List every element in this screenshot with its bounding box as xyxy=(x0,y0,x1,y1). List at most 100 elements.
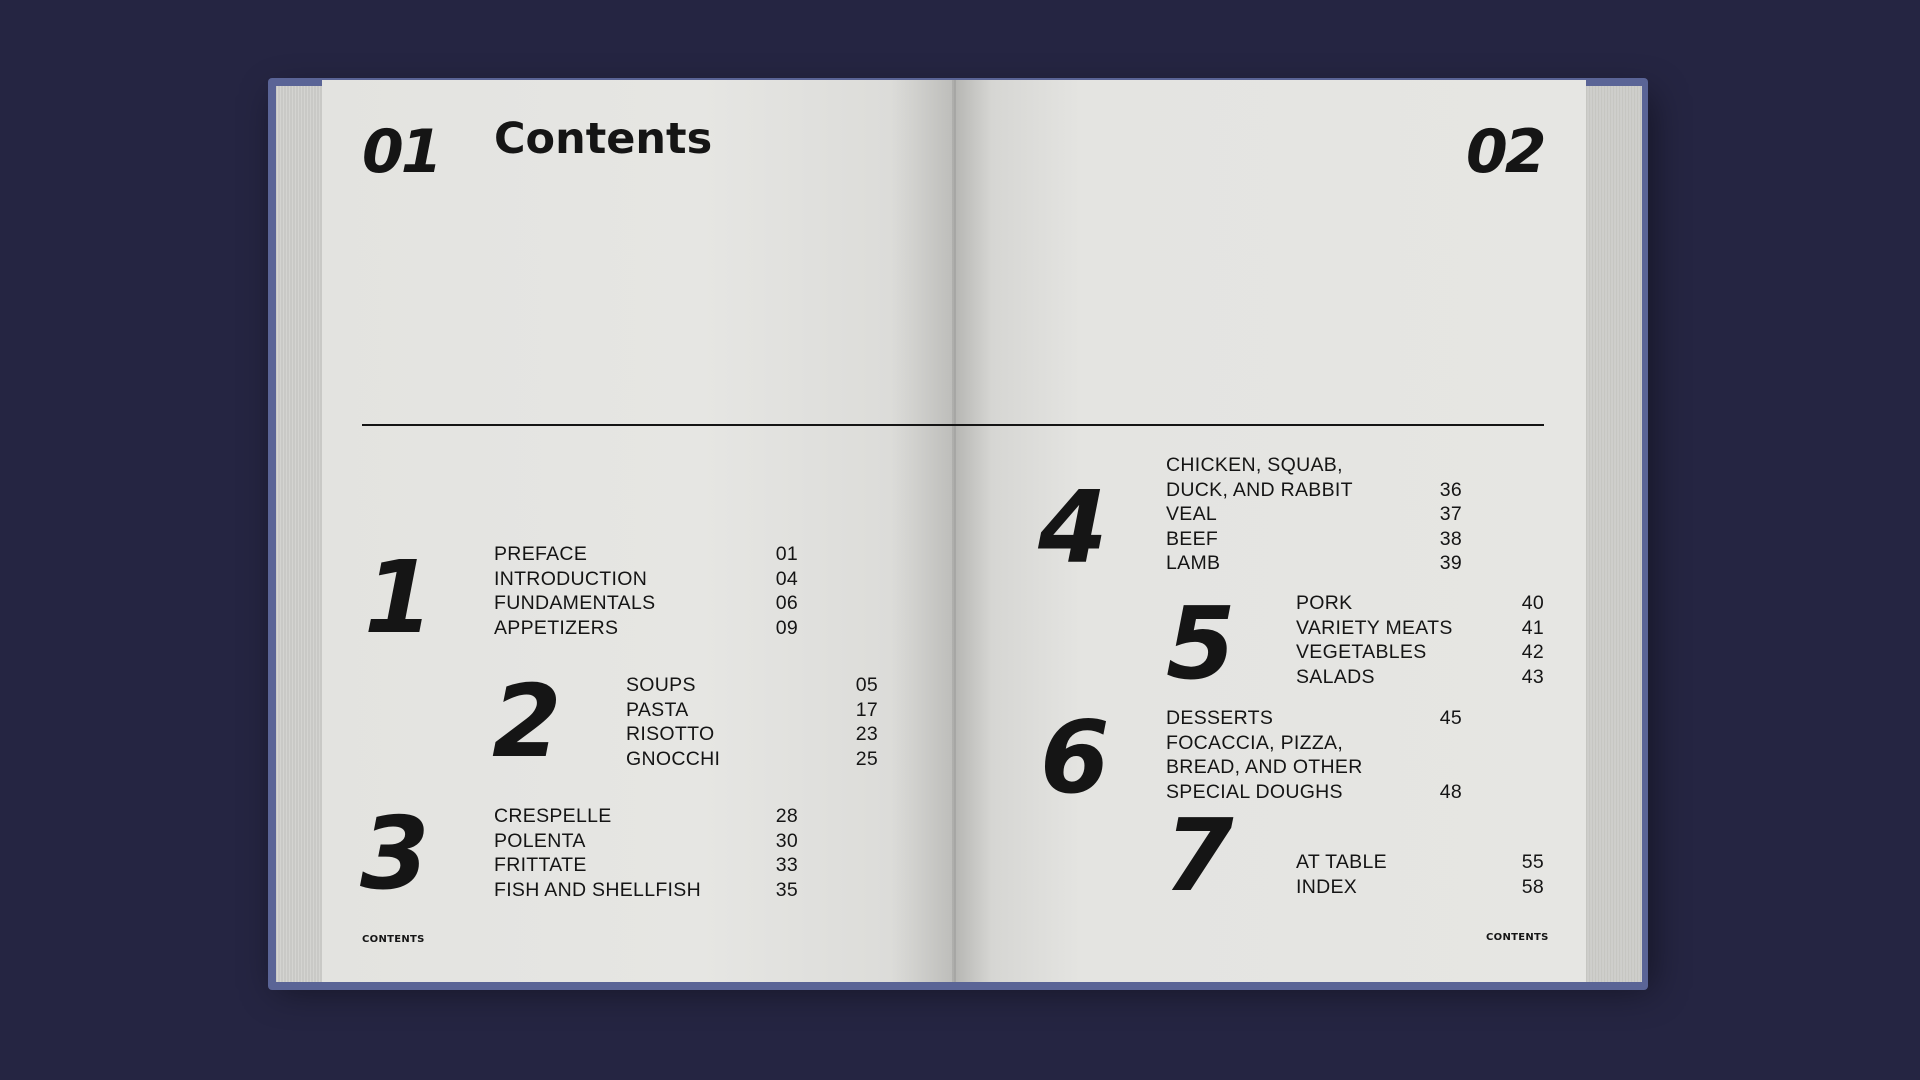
section-number: 2 xyxy=(492,663,562,780)
right-page-number: 02 xyxy=(1466,117,1546,187)
entry-label: VEGETABLES xyxy=(1296,641,1427,663)
entry-page: 41 xyxy=(1521,616,1544,639)
toc-entry[interactable]: SALADS 43 xyxy=(1296,665,1544,690)
toc-entry[interactable]: FISH AND SHELLFISH 35 xyxy=(494,878,798,903)
entry-page: 43 xyxy=(1521,665,1544,688)
entry-label: BREAD, AND OTHER xyxy=(1166,756,1363,778)
toc-entry[interactable]: INTRODUCTION 04 xyxy=(494,567,798,592)
book-spine xyxy=(952,80,956,982)
entry-label: INDEX xyxy=(1296,875,1358,898)
left-page-number: 01 xyxy=(362,117,442,187)
toc-entry[interactable]: FRITTATE 33 xyxy=(494,853,798,878)
entry-label: SOUPS xyxy=(626,674,696,696)
entry-page: 45 xyxy=(1439,707,1462,729)
entry-page: 37 xyxy=(1439,503,1462,525)
entry-page: 17 xyxy=(855,698,878,721)
entry-page: 23 xyxy=(855,723,878,745)
entry-label: FOCACCIA, PIZZA, xyxy=(1166,731,1344,754)
entry-label: PREFACE xyxy=(494,543,588,565)
toc-entry[interactable]: FOCACCIA, PIZZA, xyxy=(1166,731,1462,756)
section-number: 3 xyxy=(360,795,430,912)
entry-page: 09 xyxy=(775,616,798,639)
entry-label: GNOCCHI xyxy=(626,747,721,770)
toc-entry[interactable]: RISOTTO 23 xyxy=(626,722,878,747)
entry-label: FRITTATE xyxy=(494,854,587,876)
section-number: 7 xyxy=(1164,797,1234,914)
page-edges-right xyxy=(1582,86,1642,982)
entry-label: POLENTA xyxy=(494,829,586,852)
entry-page: 04 xyxy=(775,567,798,590)
entry-page: 38 xyxy=(1439,527,1462,550)
entry-label: DUCK, AND RABBIT xyxy=(1166,478,1353,501)
toc-entry[interactable]: FUNDAMENTALS 06 xyxy=(494,591,798,616)
toc-entry[interactable]: PASTA 17 xyxy=(626,698,878,723)
entry-label: CRESPELLE xyxy=(494,805,612,827)
entry-label: BEEF xyxy=(1166,527,1219,550)
toc-entry[interactable]: GNOCCHI 25 xyxy=(626,747,878,772)
entry-label: LAMB xyxy=(1166,552,1221,574)
toc-entry[interactable]: INDEX 58 xyxy=(1296,875,1544,900)
entry-label: INTRODUCTION xyxy=(494,567,648,590)
entry-page: 39 xyxy=(1439,552,1462,574)
entry-label: PASTA xyxy=(626,698,689,721)
toc-entry[interactable]: CHICKEN, SQUAB, xyxy=(1166,453,1462,478)
toc-entry[interactable]: PORK 40 xyxy=(1296,591,1544,616)
section-number: 6 xyxy=(1040,699,1110,816)
entry-page: 28 xyxy=(775,805,798,827)
entry-label: FISH AND SHELLFISH xyxy=(494,878,701,901)
left-page-footer: CONTENTS xyxy=(362,934,425,945)
toc-entry[interactable]: LAMB 39 xyxy=(1166,551,1462,576)
section-entries: PREFACE 01 INTRODUCTION 04 FUNDAMENTALS 06 … xyxy=(494,542,798,640)
page-title: Contents xyxy=(494,114,713,164)
entry-label: VEAL xyxy=(1166,503,1218,525)
toc-entry[interactable]: DUCK, AND RABBIT 36 xyxy=(1166,478,1462,503)
entry-label: DESSERTS xyxy=(1166,707,1274,729)
section-entries: DESSERTS 45 FOCACCIA, PIZZA, BREAD, AND O… xyxy=(1166,706,1462,804)
right-page-footer: CONTENTS xyxy=(1486,932,1549,943)
toc-entry[interactable]: BEEF 38 xyxy=(1166,527,1462,552)
entry-label: APPETIZERS xyxy=(494,616,619,639)
entry-page: 58 xyxy=(1521,875,1544,898)
section-entries: CRESPELLE 28 POLENTA 30 FRITTATE 33 FISH AN… xyxy=(494,804,798,902)
entry-page: 33 xyxy=(775,854,798,876)
entry-label: FUNDAMENTALS xyxy=(494,592,656,614)
entry-page: 35 xyxy=(775,878,798,901)
toc-entry[interactable]: APPETIZERS 09 xyxy=(494,616,798,641)
entry-label: SALADS xyxy=(1296,665,1375,688)
entry-page: 48 xyxy=(1439,780,1462,803)
entry-page: 05 xyxy=(855,674,878,696)
toc-entry[interactable]: VEAL 37 xyxy=(1166,502,1462,527)
entry-label: VARIETY MEATS xyxy=(1296,616,1453,639)
entry-label: RISOTTO xyxy=(626,723,715,745)
entry-label: PORK xyxy=(1296,592,1353,614)
page-edges-left xyxy=(276,86,328,982)
toc-entry[interactable]: DESSERTS 45 xyxy=(1166,706,1462,731)
entry-page: 36 xyxy=(1439,478,1462,501)
divider-rule-right xyxy=(956,424,1544,426)
toc-entry[interactable]: VEGETABLES 42 xyxy=(1296,640,1544,665)
entry-page: 01 xyxy=(775,543,798,565)
entry-page: 06 xyxy=(775,592,798,614)
section-entries: AT TABLE 55 INDEX 58 xyxy=(1296,850,1544,899)
section-number: 4 xyxy=(1038,469,1108,586)
section-entries: PORK 40 VARIETY MEATS 41 VEGETABLES 42 SALA… xyxy=(1296,591,1544,689)
section-entries: SOUPS 05 PASTA 17 RISOTTO 23 GNOCCHI 25 xyxy=(626,673,878,771)
toc-entry[interactable]: SOUPS 05 xyxy=(626,673,878,698)
entry-label: CHICKEN, SQUAB, xyxy=(1166,454,1343,476)
entry-label: AT TABLE xyxy=(1296,851,1387,873)
toc-entry[interactable]: CRESPELLE 28 xyxy=(494,804,798,829)
entry-page: 25 xyxy=(855,747,878,770)
toc-entry[interactable]: BREAD, AND OTHER xyxy=(1166,755,1462,780)
entry-page: 30 xyxy=(775,829,798,852)
entry-page: 40 xyxy=(1521,592,1544,614)
section-entries: CHICKEN, SQUAB, DUCK, AND RABBIT 36 VEAL 3… xyxy=(1166,453,1462,576)
toc-entry[interactable]: PREFACE 01 xyxy=(494,542,798,567)
toc-entry[interactable]: VARIETY MEATS 41 xyxy=(1296,616,1544,641)
toc-entry[interactable]: AT TABLE 55 xyxy=(1296,850,1544,875)
entry-page: 42 xyxy=(1521,641,1544,663)
entry-page: 55 xyxy=(1521,851,1544,873)
divider-rule-left xyxy=(362,424,956,426)
section-number: 5 xyxy=(1166,585,1236,702)
section-number: 1 xyxy=(364,539,434,656)
toc-entry[interactable]: POLENTA 30 xyxy=(494,829,798,854)
